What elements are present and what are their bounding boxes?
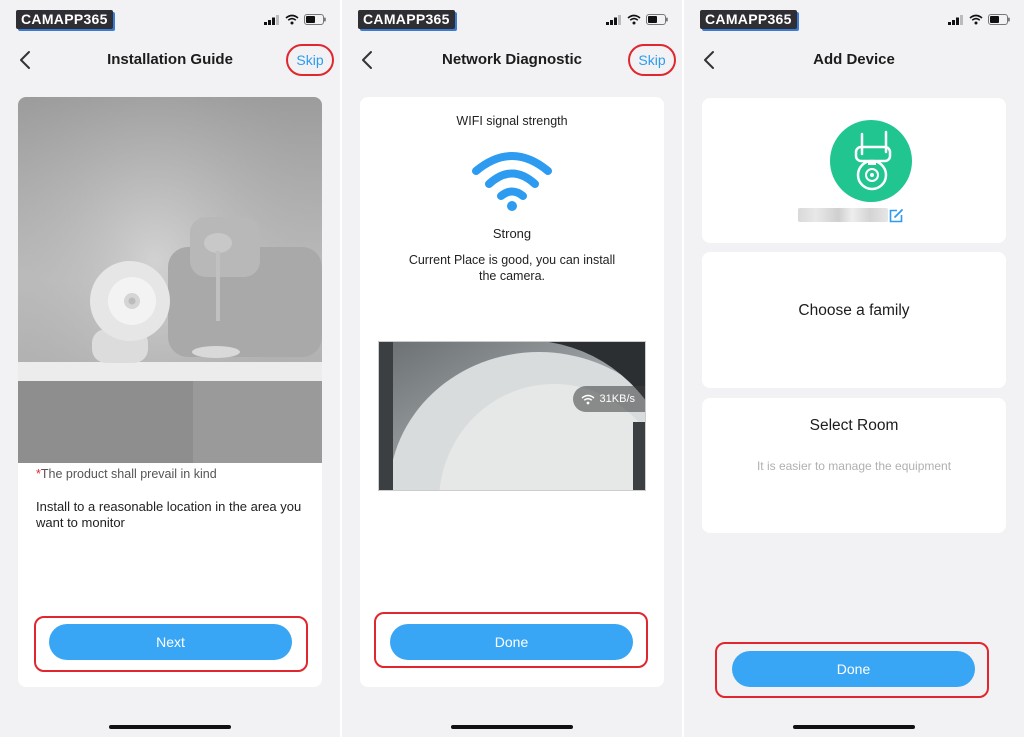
watermark: CAMAPP365	[16, 10, 113, 29]
signal-icon	[948, 14, 963, 25]
battery-icon	[988, 14, 1010, 25]
product-photo	[18, 97, 322, 463]
battery-icon	[304, 14, 326, 25]
install-instruction: Install to a reasonable location in the …	[36, 499, 302, 530]
family-card[interactable]: Choose a family	[702, 252, 1006, 388]
page-title: Add Device	[813, 51, 895, 68]
room-hint: It is easier to manage the equipment	[756, 459, 952, 473]
signal-level: Strong	[492, 226, 532, 241]
camera-live-preview: 31KB/s	[378, 341, 646, 491]
signal-icon	[264, 14, 279, 25]
device-card	[702, 98, 1006, 243]
next-button[interactable]: Next	[49, 624, 292, 660]
wifi-strength-icon	[472, 152, 552, 211]
speed-value: 31KB/s	[599, 393, 635, 405]
room-card[interactable]: Select Room It is easier to manage the e…	[702, 398, 1006, 533]
status-bar	[606, 14, 668, 25]
nav-bar: Network Diagnostic Skip	[342, 42, 682, 78]
home-indicator	[451, 725, 573, 729]
device-avatar	[830, 120, 912, 202]
signal-icon	[606, 14, 621, 25]
choose-family-label: Choose a family	[798, 302, 910, 319]
diagnostic-card: WIFI signal strength Strong Current Plac…	[360, 97, 664, 687]
installation-guide-screen: CAMAPP365 Installation Guide Skip *The p…	[0, 0, 340, 737]
select-room-label: Select Room	[809, 417, 899, 434]
disclaimer-text: The product shall prevail in kind	[40, 467, 217, 481]
status-bar	[948, 14, 1010, 25]
wifi-icon	[581, 394, 595, 404]
speed-indicator: 31KB/s	[572, 386, 645, 412]
home-indicator	[793, 725, 915, 729]
disclaimer-note: *The product shall prevail in kind	[36, 467, 217, 481]
status-bar	[264, 14, 326, 25]
skip-button[interactable]: Skip	[628, 44, 676, 76]
done-button[interactable]: Done	[390, 624, 633, 660]
add-device-screen: CAMAPP365 Add Device Choose a family Sel…	[684, 0, 1024, 737]
nav-bar: Add Device	[684, 42, 1024, 78]
wifi-heading: WIFI signal strength	[456, 114, 568, 128]
nav-bar: Installation Guide Skip	[0, 42, 340, 78]
network-diagnostic-screen: CAMAPP365 Network Diagnostic Skip WIFI s…	[342, 0, 682, 737]
guide-card: *The product shall prevail in kind Insta…	[18, 97, 322, 687]
wifi-icon	[969, 14, 983, 25]
skip-button[interactable]: Skip	[286, 44, 334, 76]
wifi-icon	[285, 14, 299, 25]
camera-icon	[854, 130, 892, 191]
home-indicator	[109, 725, 231, 729]
wifi-icon	[627, 14, 641, 25]
watermark: CAMAPP365	[358, 10, 455, 29]
done-button[interactable]: Done	[732, 651, 975, 687]
device-name-redacted	[798, 208, 888, 222]
battery-icon	[646, 14, 668, 25]
watermark: CAMAPP365	[700, 10, 797, 29]
signal-message: Current Place is good, you can install t…	[408, 253, 616, 283]
edit-icon[interactable]	[888, 208, 904, 224]
